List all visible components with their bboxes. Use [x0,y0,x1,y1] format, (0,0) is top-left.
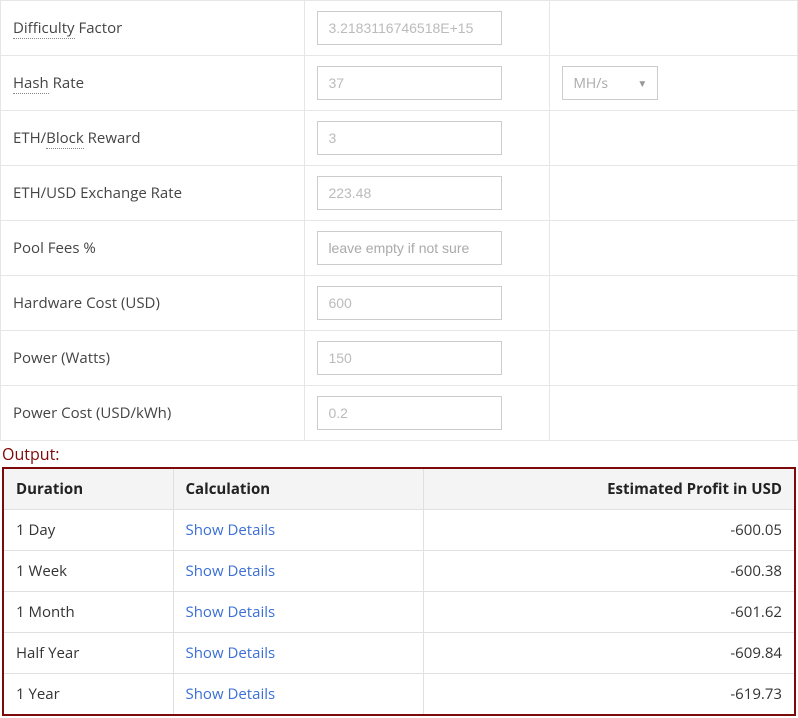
header-duration: Duration [3,468,173,510]
profit-cell: -619.73 [423,674,795,716]
form-label: Hardware Cost (USD) [1,276,305,331]
form-input[interactable] [317,396,502,430]
table-row: Half Year Show Details -609.84 [3,633,795,674]
form-label: Difficulty Factor [1,1,305,56]
profit-cell: -600.38 [423,551,795,592]
show-details-link[interactable]: Show Details [186,684,276,704]
duration-cell: 1 Week [3,551,173,592]
profit-cell: -601.62 [423,592,795,633]
form-input[interactable] [317,11,502,45]
unit-select-value: MH/s [573,74,608,93]
output-table: Duration Calculation Estimated Profit in… [2,467,796,716]
duration-cell: 1 Day [3,510,173,551]
form-label: Power (Watts) [1,331,305,386]
table-row: 1 Week Show Details -600.38 [3,551,795,592]
form-label: Pool Fees % [1,221,305,276]
header-profit: Estimated Profit in USD [423,468,795,510]
form-input[interactable] [317,176,502,210]
duration-cell: 1 Month [3,592,173,633]
chevron-down-icon: ▼ [637,76,647,90]
form-label: Power Cost (USD/kWh) [1,386,305,441]
show-details-link[interactable]: Show Details [186,520,276,540]
input-form-table: Difficulty FactorHash Rate MH/s ▼ ETH/Block… [0,0,798,441]
duration-cell: 1 Year [3,674,173,716]
form-input[interactable] [317,341,502,375]
form-label: Hash Rate [1,56,305,111]
table-row: 1 Day Show Details -600.05 [3,510,795,551]
form-input[interactable] [317,66,502,100]
profit-cell: -600.05 [423,510,795,551]
unit-select[interactable]: MH/s ▼ [562,66,658,100]
table-row: 1 Year Show Details -619.73 [3,674,795,716]
show-details-link[interactable]: Show Details [186,643,276,663]
form-input[interactable] [317,286,502,320]
show-details-link[interactable]: Show Details [186,602,276,622]
form-label: ETH/Block Reward [1,111,305,166]
form-label: ETH/USD Exchange Rate [1,166,305,221]
header-calculation: Calculation [173,468,423,510]
form-input[interactable] [317,231,502,265]
show-details-link[interactable]: Show Details [186,561,276,581]
table-row: 1 Month Show Details -601.62 [3,592,795,633]
output-heading: Output: [0,441,798,467]
form-input[interactable] [317,121,502,155]
duration-cell: Half Year [3,633,173,674]
profit-cell: -609.84 [423,633,795,674]
